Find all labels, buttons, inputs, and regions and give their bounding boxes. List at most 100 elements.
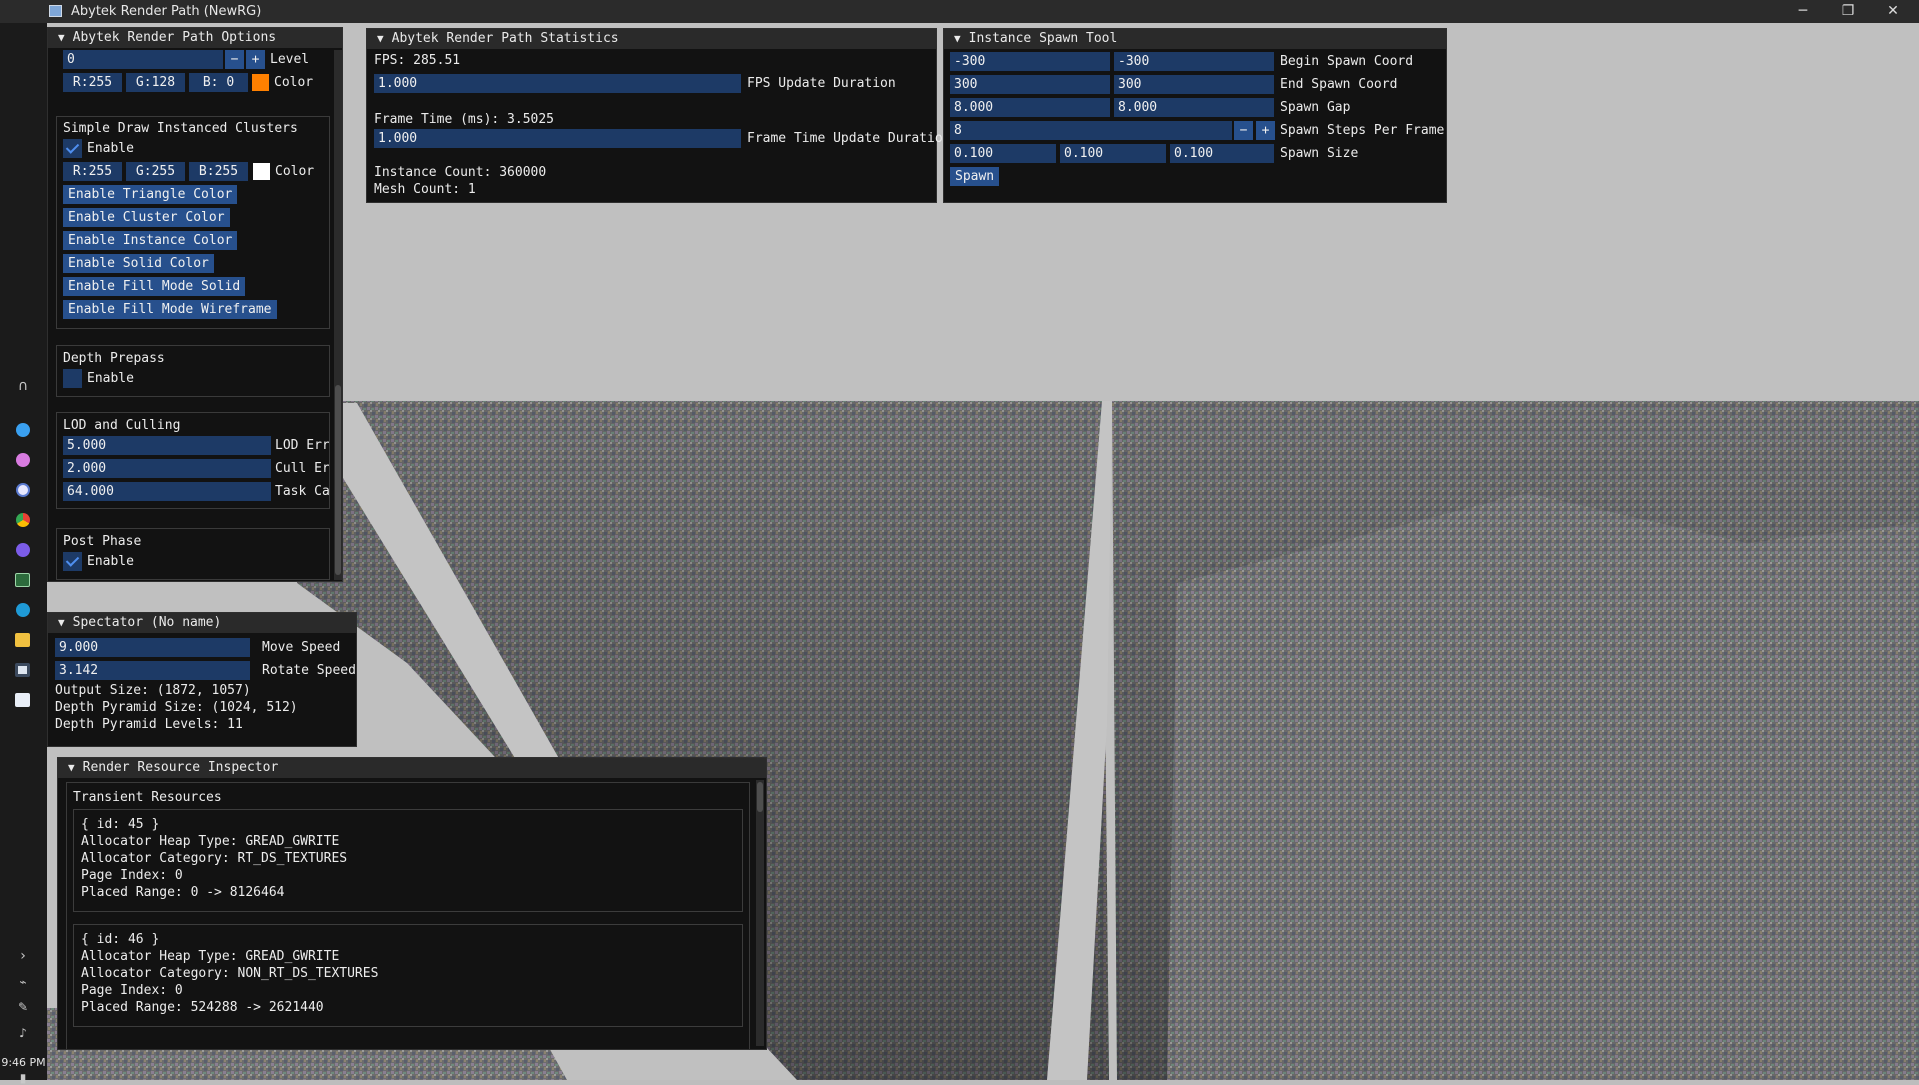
- level-color-swatch[interactable]: [252, 74, 269, 91]
- collapse-triangle-icon[interactable]: ▼: [377, 29, 384, 49]
- task-cap-label: Task Cap: [275, 484, 330, 499]
- clusters-title: Simple Draw Instanced Clusters: [63, 121, 298, 136]
- pyramid-levels-text: Depth Pyramid Levels: 11: [55, 717, 243, 732]
- pen-icon[interactable]: ✎: [12, 1000, 34, 1014]
- resource-range: Placed Range: 0 -> 8126464: [81, 885, 285, 900]
- options-panel-title: Abytek Render Path Options: [72, 30, 277, 45]
- taskbar: ∩ › ⌁ ✎ ♪ 9:46 PM ▮: [0, 23, 47, 1085]
- fps-text: FPS: 285.51: [374, 53, 461, 68]
- spawn-steps-increment-button[interactable]: +: [1256, 121, 1275, 140]
- clock[interactable]: 9:46 PM: [0, 1056, 47, 1069]
- collapse-triangle-icon[interactable]: ▼: [68, 758, 75, 778]
- options-scroll-thumb[interactable]: [335, 385, 341, 575]
- enable-solid-color-button[interactable]: Enable Solid Color: [63, 254, 214, 273]
- fps-update-input[interactable]: 1.000: [374, 74, 741, 93]
- enable-cluster-color-button[interactable]: Enable Cluster Color: [63, 208, 230, 227]
- spawn-gap-x-input[interactable]: 8.000: [950, 98, 1110, 117]
- cull-error-input[interactable]: 2.000: [63, 459, 271, 478]
- headphones-icon[interactable]: ∩: [12, 378, 34, 394]
- render-app-icon[interactable]: [15, 663, 30, 677]
- spawn-size-z-input[interactable]: 0.100: [1170, 144, 1274, 163]
- inspector-scroll-thumb[interactable]: [757, 782, 763, 812]
- enable-fill-solid-button[interactable]: Enable Fill Mode Solid: [63, 277, 246, 296]
- level-increment-button[interactable]: +: [246, 50, 265, 69]
- github-icon[interactable]: [16, 543, 30, 557]
- terminal-icon[interactable]: [15, 573, 30, 587]
- level-decrement-button[interactable]: −: [225, 50, 244, 69]
- app-icon: [49, 5, 62, 17]
- edge-icon[interactable]: [16, 603, 30, 617]
- notification-icon[interactable]: ▮: [12, 1071, 34, 1085]
- chevron-right-icon[interactable]: ›: [12, 948, 34, 964]
- enable-triangle-color-button[interactable]: Enable Triangle Color: [63, 185, 238, 204]
- post-phase-checkbox[interactable]: [63, 552, 82, 571]
- level-color-b[interactable]: B: 0: [189, 73, 248, 92]
- level-label: Level: [270, 52, 310, 67]
- spawn-tool-title: Instance Spawn Tool: [968, 31, 1118, 46]
- statistics-panel[interactable]: ▼ Abytek Render Path Statistics FPS: 285.…: [366, 28, 951, 203]
- inspector-scrollbar[interactable]: [756, 780, 764, 1046]
- window-title: Abytek Render Path (NewRG): [71, 4, 262, 19]
- close-button[interactable]: ✕: [1873, 2, 1913, 20]
- begin-spawn-y-input[interactable]: -300: [1114, 52, 1274, 71]
- move-speed-label: Move Speed: [262, 640, 341, 655]
- app-pink-icon[interactable]: [16, 453, 30, 467]
- begin-spawn-x-input[interactable]: -300: [950, 52, 1110, 71]
- spawn-steps-input[interactable]: 8: [950, 121, 1232, 140]
- end-spawn-x-input[interactable]: 300: [950, 75, 1110, 94]
- resource-id: { id: 45 }: [81, 817, 160, 832]
- speaker-icon[interactable]: ♪: [12, 1026, 34, 1040]
- options-panel-header[interactable]: ▼ Abytek Render Path Options: [48, 28, 342, 48]
- render-viewport[interactable]: ▼ Abytek Render Path Options 0 − + Level …: [47, 23, 1919, 1080]
- minimize-button[interactable]: ─: [1783, 2, 1823, 20]
- level-color-r[interactable]: R:255: [63, 73, 122, 92]
- inspector-header[interactable]: ▼ Render Resource Inspector: [58, 758, 766, 778]
- clusters-enable-checkbox[interactable]: [63, 139, 82, 158]
- resource-card: { id: 45 } Allocator Heap Type: GREAD_GW…: [73, 809, 743, 912]
- app-white-icon[interactable]: [16, 483, 30, 497]
- spawn-button[interactable]: Spawn: [950, 167, 1000, 186]
- app-blue-icon[interactable]: [16, 423, 30, 437]
- spawn-gap-y-input[interactable]: 8.000: [1114, 98, 1274, 117]
- resource-inspector-panel[interactable]: ▼ Render Resource Inspector Transient Res…: [57, 757, 767, 1050]
- resource-heap: Allocator Heap Type: GREAD_GWRITE: [81, 949, 340, 964]
- instance-count-text: Instance Count: 360000: [374, 165, 547, 180]
- end-spawn-y-input[interactable]: 300: [1114, 75, 1274, 94]
- resource-category: Allocator Category: RT_DS_TEXTURES: [81, 851, 348, 866]
- collapse-triangle-icon[interactable]: ▼: [58, 613, 65, 633]
- clusters-color-g[interactable]: G:255: [126, 162, 185, 181]
- enable-fill-wireframe-button[interactable]: Enable Fill Mode Wireframe: [63, 300, 277, 319]
- spectator-header[interactable]: ▼ Spectator (No name): [48, 613, 356, 633]
- lod-error-label: LOD Erro: [275, 438, 330, 453]
- rotate-speed-input[interactable]: 3.142: [55, 661, 250, 680]
- enable-instance-color-button[interactable]: Enable Instance Color: [63, 231, 238, 250]
- statistics-header[interactable]: ▼ Abytek Render Path Statistics: [367, 29, 936, 49]
- frame-update-input[interactable]: 1.000: [374, 129, 741, 148]
- level-color-g[interactable]: G:128: [126, 73, 185, 92]
- restore-button[interactable]: ❐: [1828, 2, 1868, 20]
- network-icon[interactable]: ⌁: [12, 975, 34, 989]
- statistics-title: Abytek Render Path Statistics: [391, 31, 619, 46]
- folder-icon[interactable]: [15, 633, 30, 647]
- collapse-triangle-icon[interactable]: ▼: [954, 29, 961, 49]
- clusters-color-b[interactable]: B:255: [189, 162, 248, 181]
- spawn-tool-header[interactable]: ▼ Instance Spawn Tool: [944, 29, 1446, 49]
- level-input[interactable]: 0: [63, 50, 223, 69]
- clusters-color-r[interactable]: R:255: [63, 162, 122, 181]
- options-panel[interactable]: ▼ Abytek Render Path Options 0 − + Level …: [47, 27, 343, 582]
- spawn-size-y-input[interactable]: 0.100: [1060, 144, 1166, 163]
- chrome-icon[interactable]: [16, 513, 30, 527]
- spawn-tool-panel[interactable]: ▼ Instance Spawn Tool -300 -300 Begin Spa…: [943, 28, 1447, 203]
- options-scrollbar[interactable]: [334, 50, 342, 580]
- move-speed-input[interactable]: 9.000: [55, 638, 250, 657]
- depth-prepass-checkbox[interactable]: [63, 369, 82, 388]
- spawn-steps-decrement-button[interactable]: −: [1234, 121, 1253, 140]
- spectator-panel[interactable]: ▼ Spectator (No name) 9.000 Move Speed 3.…: [47, 612, 357, 747]
- pyramid-size-text: Depth Pyramid Size: (1024, 512): [55, 700, 298, 715]
- task-cap-input[interactable]: 64.000: [63, 482, 271, 501]
- collapse-triangle-icon[interactable]: ▼: [58, 28, 65, 48]
- document-icon[interactable]: [15, 693, 30, 707]
- spawn-size-x-input[interactable]: 0.100: [950, 144, 1056, 163]
- lod-error-input[interactable]: 5.000: [63, 436, 271, 455]
- clusters-color-swatch[interactable]: [253, 163, 270, 180]
